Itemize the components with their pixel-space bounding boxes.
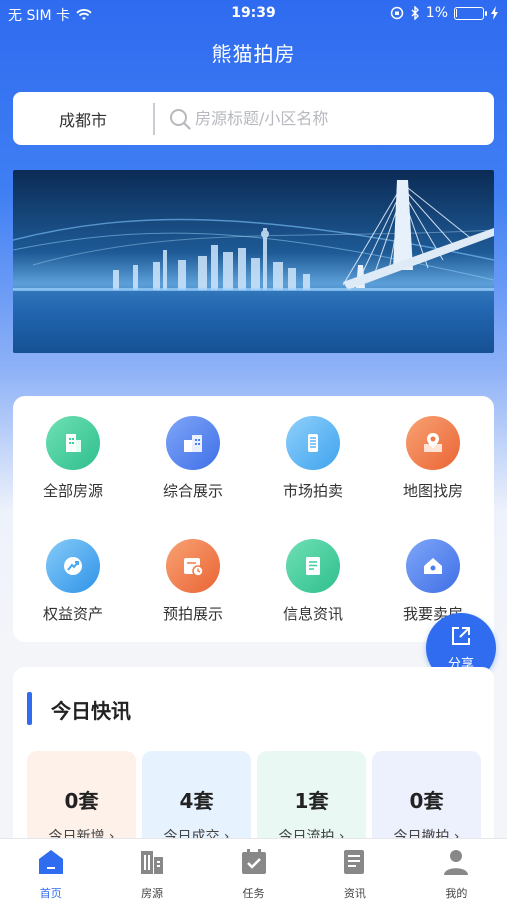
section-title: 今日快讯 xyxy=(51,699,131,723)
calendar-clock-icon xyxy=(166,539,220,593)
stat-count: 0套 xyxy=(409,789,444,813)
menu-label: 权益资产 xyxy=(42,605,103,623)
tab-label: 我的 xyxy=(445,887,468,900)
stat-count: 0套 xyxy=(64,789,99,813)
menu-item-news-info[interactable]: 信息资讯 xyxy=(253,539,373,624)
calendar-check-icon xyxy=(241,849,266,874)
tab-news[interactable]: 资讯 xyxy=(304,839,405,900)
menu-item-showcase[interactable]: 综合展示 xyxy=(133,416,253,501)
menu-item-sell-house[interactable]: 我要卖房 xyxy=(373,539,493,624)
tower-icon xyxy=(286,416,340,470)
tab-label: 首页 xyxy=(39,887,62,900)
app-title: 熊猫拍房 xyxy=(211,42,296,66)
tab-label: 任务 xyxy=(242,887,265,900)
user-icon xyxy=(444,850,469,875)
battery-percent: 1% xyxy=(425,5,448,21)
home-icon xyxy=(38,850,63,874)
search-bar: 成都市 xyxy=(13,92,494,145)
buildings-icon xyxy=(166,416,220,470)
map-pin-icon xyxy=(406,416,460,470)
document-icon xyxy=(286,539,340,593)
charging-icon xyxy=(491,6,498,20)
status-bar: 无 SIM 卡 19:39 1% xyxy=(0,0,507,28)
tab-label: 房源 xyxy=(141,887,164,900)
stat-count: 4套 xyxy=(179,789,214,813)
battery-icon xyxy=(454,6,487,20)
newspaper-icon xyxy=(343,850,364,874)
banner-carousel[interactable] xyxy=(13,170,494,353)
buildings-icon xyxy=(141,851,164,874)
battery-fill xyxy=(456,8,457,17)
tab-profile[interactable]: 我的 xyxy=(406,839,507,900)
menu-item-map-search[interactable]: 地图找房 xyxy=(373,416,493,501)
building-icon xyxy=(46,416,100,470)
stat-count: 1套 xyxy=(294,789,329,813)
menu-label: 全部房源 xyxy=(42,482,103,500)
feature-menu: 全部房源 综合展示 市场拍卖 地图找房 权益资产 预拍展示 信息资讯 我要卖房 xyxy=(13,396,494,642)
city-selector[interactable]: 成都市 xyxy=(13,107,153,131)
menu-item-all-listings[interactable]: 全部房源 xyxy=(13,416,133,501)
search-divider xyxy=(153,102,155,135)
menu-item-market-auction[interactable]: 市场拍卖 xyxy=(253,416,373,501)
house-tag-icon xyxy=(406,539,460,593)
menu-item-equity-assets[interactable]: 权益资产 xyxy=(13,539,133,624)
bluetooth-icon xyxy=(411,6,419,20)
menu-label: 市场拍卖 xyxy=(282,482,343,500)
bottom-tab-bar: 首页 房源 任务 资讯 我的 xyxy=(0,838,507,900)
tab-tasks[interactable]: 任务 xyxy=(203,839,304,900)
tab-listings[interactable]: 房源 xyxy=(101,839,202,900)
orientation-lock-icon xyxy=(390,6,404,20)
share-icon xyxy=(452,627,470,645)
city-skyline-bridge-image xyxy=(13,180,494,353)
section-accent-bar xyxy=(27,692,32,725)
tab-home[interactable]: 首页 xyxy=(0,839,101,900)
menu-label: 预拍展示 xyxy=(162,605,223,623)
menu-label: 综合展示 xyxy=(162,482,223,500)
trend-icon xyxy=(46,539,100,593)
search-input[interactable] xyxy=(195,109,475,128)
tab-label: 资讯 xyxy=(343,887,366,900)
menu-label: 地图找房 xyxy=(402,482,463,500)
search-icon xyxy=(170,108,191,130)
menu-item-preauction[interactable]: 预拍展示 xyxy=(133,539,253,624)
menu-label: 信息资讯 xyxy=(282,605,343,623)
